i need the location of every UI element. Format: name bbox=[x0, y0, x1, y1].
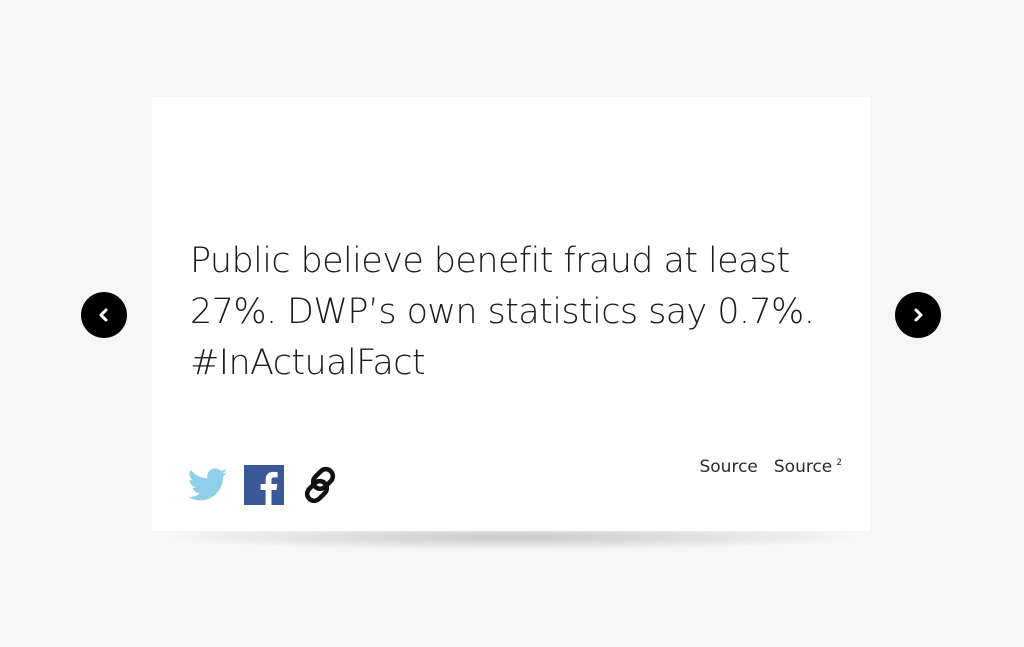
fact-line-1: Public believe benefit fraud at least bbox=[190, 241, 790, 281]
share-buttons bbox=[187, 465, 340, 505]
fact-line-2: 27%. DWP’s own statistics say 0.7%. bbox=[190, 292, 815, 332]
source-link-2-label: Source bbox=[773, 457, 833, 477]
twitter-bird-icon bbox=[187, 468, 228, 501]
twitter-share-button[interactable] bbox=[187, 468, 228, 502]
next-button[interactable] bbox=[895, 292, 941, 338]
source-links: Source Source 2 bbox=[699, 457, 842, 477]
chevron-left-icon bbox=[99, 308, 108, 322]
source-link-2-superscript: 2 bbox=[836, 458, 842, 469]
source-link-2[interactable]: Source 2 bbox=[774, 457, 842, 477]
fact-statement: Public believe benefit fraud at least 27… bbox=[190, 236, 850, 389]
chevron-right-icon bbox=[914, 308, 923, 322]
facebook-icon bbox=[244, 465, 284, 505]
fact-card: Public believe benefit fraud at least 27… bbox=[152, 97, 870, 531]
copy-link-button[interactable] bbox=[300, 465, 340, 505]
facebook-share-button[interactable] bbox=[244, 465, 284, 505]
link-chain-icon bbox=[304, 466, 336, 504]
source-link-1[interactable]: Source bbox=[699, 457, 757, 477]
previous-button[interactable] bbox=[81, 292, 127, 338]
fact-hashtag: #InActualFact bbox=[190, 343, 426, 383]
fact-carousel: Public believe benefit fraud at least 27… bbox=[0, 0, 1024, 647]
